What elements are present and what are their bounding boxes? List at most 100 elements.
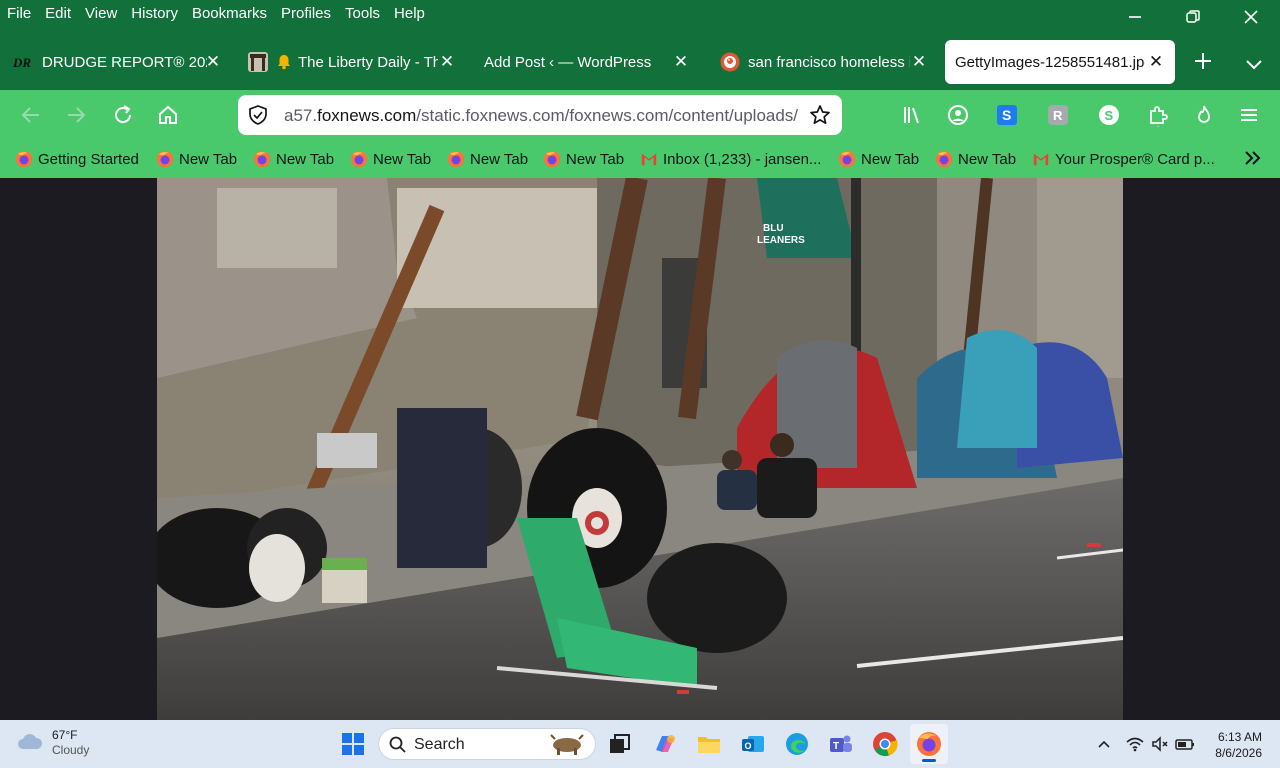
tab-drudge-report[interactable]: DR DRUDGE REPORT® 2027 ✕ [12, 40, 222, 84]
search-icon [389, 736, 406, 753]
url-text[interactable]: a57.foxnews.com/static.foxnews.com/foxne… [284, 106, 800, 126]
bookmark-label: Your Prosper® Card p... [1055, 150, 1215, 168]
tab-title: The Liberty Daily - Th [298, 53, 438, 71]
system-clock[interactable]: 6:13 AM 8/6/2026 [1215, 729, 1262, 761]
menu-bookmarks[interactable]: Bookmarks [185, 5, 274, 22]
extension-s-icon[interactable]: S [1097, 103, 1121, 127]
new-tab-button[interactable] [1190, 51, 1216, 77]
extensions-puzzle-icon[interactable] [1146, 103, 1170, 127]
tab-close-icon[interactable]: ✕ [204, 52, 222, 72]
menu-help[interactable]: Help [387, 5, 432, 22]
close-icon [1244, 10, 1258, 24]
menu-history[interactable]: History [124, 5, 185, 22]
firefox-icon [447, 150, 465, 168]
bookmark-label: New Tab [861, 150, 920, 168]
page-content: BLU LEANERS [0, 178, 1280, 720]
bookmark-label: Inbox (1,233) - jansen... [663, 150, 822, 168]
firefox-icon [838, 150, 856, 168]
firefox-icon [935, 150, 953, 168]
windows-start-icon[interactable] [339, 730, 367, 758]
more-bookmarks-chevron-icon[interactable] [1243, 147, 1263, 169]
restore-icon [1186, 10, 1200, 23]
tab-duckduckgo-search[interactable]: san francisco homeless in ✕ [720, 40, 928, 84]
menu-profiles[interactable]: Profiles [274, 5, 338, 22]
extension-r-icon[interactable]: R [1046, 103, 1070, 127]
bookmark-star-icon[interactable] [809, 104, 831, 126]
tab-close-icon[interactable]: ✕ [1147, 52, 1165, 72]
tab-close-icon[interactable]: ✕ [672, 52, 690, 72]
bookmark-item[interactable]: New Tab [838, 149, 919, 169]
outlook-icon[interactable]: O [739, 730, 767, 758]
minimize-button[interactable] [1106, 0, 1164, 34]
tab-liberty-daily[interactable]: The Liberty Daily - Th ✕ [248, 40, 456, 84]
weather-widget[interactable]: 67°F Cloudy [16, 728, 89, 758]
svg-text:S: S [1105, 108, 1114, 123]
bookmark-item[interactable]: Inbox (1,233) - jansen... [640, 149, 821, 169]
tab-close-icon[interactable]: ✕ [910, 52, 928, 72]
task-view-icon[interactable] [606, 730, 634, 758]
edge-icon[interactable] [783, 730, 811, 758]
bookmark-item[interactable]: New Tab [935, 149, 1016, 169]
taskbar: 67°F Cloudy Search O T 6:13 AM 8/6/2026 [0, 720, 1280, 768]
drudge-logo-icon: DR [12, 52, 32, 72]
notification-bell-icon [278, 55, 290, 70]
list-all-tabs-button[interactable] [1242, 52, 1266, 76]
weather-condition: Cloudy [52, 743, 90, 757]
gmail-icon [1033, 153, 1049, 166]
taskbar-search[interactable]: Search [378, 728, 596, 760]
bookmark-item[interactable]: New Tab [543, 149, 624, 169]
window-controls [1106, 0, 1280, 34]
tab-strip: DR DRUDGE REPORT® 2027 ✕ The Liberty Dai… [0, 34, 1280, 90]
menu-tools[interactable]: Tools [338, 5, 387, 22]
restore-button[interactable] [1164, 0, 1222, 34]
battery-icon[interactable] [1175, 734, 1195, 754]
chrome-icon[interactable] [871, 730, 899, 758]
tab-wordpress[interactable]: Add Post ‹ — WordPress ✕ [484, 40, 690, 84]
svg-text:T: T [833, 741, 839, 752]
bookmark-label: New Tab [276, 150, 335, 168]
account-icon[interactable] [946, 103, 970, 127]
volume-muted-icon[interactable] [1150, 734, 1170, 754]
menu-view[interactable]: View [78, 5, 124, 22]
bookmark-item[interactable]: New Tab [156, 149, 237, 169]
active-app-indicator [922, 759, 936, 762]
wifi-icon[interactable] [1125, 734, 1145, 754]
street-photo[interactable]: BLU LEANERS [157, 178, 1123, 720]
reload-icon[interactable] [111, 103, 135, 127]
bookmark-item[interactable]: New Tab [253, 149, 334, 169]
address-bar[interactable]: a57.foxnews.com/static.foxnews.com/foxne… [238, 95, 842, 135]
bookmark-item[interactable]: New Tab [447, 149, 528, 169]
scribd-extension-icon[interactable]: S [995, 103, 1019, 127]
menu-edit[interactable]: Edit [38, 5, 78, 22]
back-icon[interactable] [19, 103, 43, 127]
home-icon[interactable] [156, 103, 180, 127]
search-label: Search [414, 736, 465, 753]
teams-icon[interactable]: T [827, 730, 855, 758]
bookmark-item[interactable]: Getting Started [15, 149, 139, 169]
firefox-icon [350, 150, 368, 168]
library-icon[interactable] [901, 103, 925, 127]
tab-title: Add Post ‹ — WordPress [484, 53, 652, 71]
copilot-icon[interactable] [651, 730, 679, 758]
svg-text:O: O [745, 741, 752, 751]
menu-file[interactable]: File [0, 5, 38, 22]
clock-time: 6:13 AM [1217, 730, 1262, 744]
file-explorer-icon[interactable] [695, 730, 723, 758]
close-window-button[interactable] [1222, 0, 1280, 34]
flame-icon[interactable] [1192, 103, 1216, 127]
svg-text:DR: DR [12, 55, 31, 70]
firefox-taskbar-button[interactable] [910, 724, 948, 764]
awning-text: BLU [763, 223, 784, 234]
bookmark-item[interactable]: New Tab [350, 149, 431, 169]
search-highlight-icon [550, 734, 584, 755]
url-domain: foxnews.com [317, 106, 417, 125]
firefox-icon [543, 150, 561, 168]
hamburger-menu-icon[interactable] [1237, 103, 1261, 127]
shield-icon[interactable] [248, 105, 268, 125]
bookmark-item[interactable]: Your Prosper® Card p... [1032, 149, 1215, 169]
chevron-up-icon[interactable] [1094, 734, 1114, 754]
tab-getty-image[interactable]: GettyImages-1258551481.jpg ✕ [945, 40, 1175, 84]
forward-icon[interactable] [64, 103, 88, 127]
tab-close-icon[interactable]: ✕ [438, 52, 456, 72]
bookmark-label: Getting Started [38, 150, 139, 168]
